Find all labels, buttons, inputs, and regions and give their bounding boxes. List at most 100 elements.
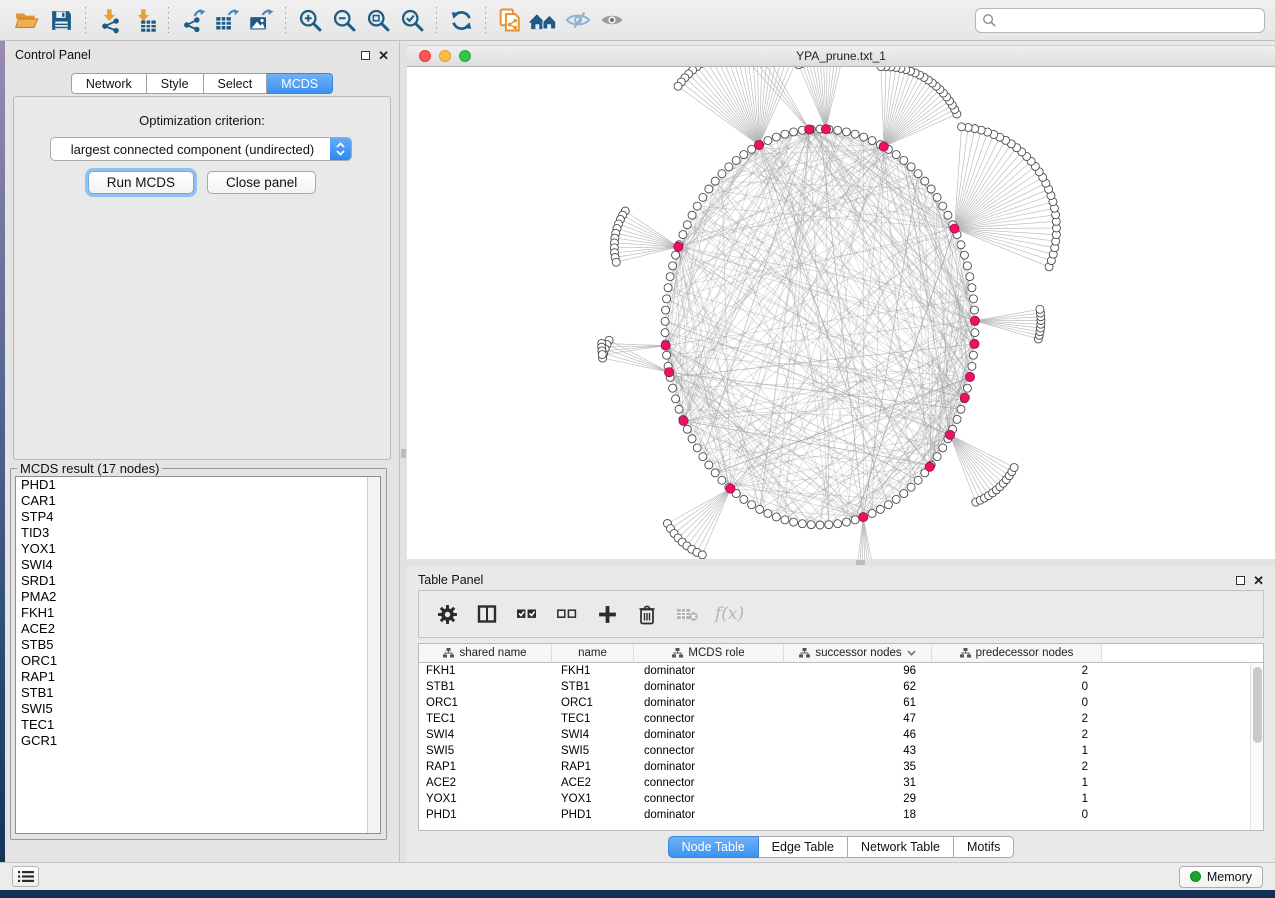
network-node[interactable] — [699, 193, 707, 201]
network-node[interactable] — [860, 133, 868, 141]
network-node[interactable] — [851, 130, 859, 138]
close-panel-button[interactable]: Close panel — [207, 171, 316, 194]
network-node[interactable] — [598, 351, 606, 359]
tab-style[interactable]: Style — [147, 73, 204, 94]
table-row[interactable]: TEC1TEC1connector472 — [419, 711, 1263, 727]
zoom-in-button[interactable] — [293, 4, 327, 36]
splitter-grip[interactable] — [401, 449, 406, 458]
network-node[interactable] — [772, 513, 780, 521]
network-node[interactable] — [927, 185, 935, 193]
network-node[interactable] — [674, 82, 682, 90]
network-graph[interactable] — [407, 67, 1275, 559]
network-node-mcds[interactable] — [970, 339, 979, 348]
export-table-button[interactable] — [210, 4, 244, 36]
table-row[interactable]: ORC1ORC1dominator610 — [419, 695, 1263, 711]
network-node-mcds[interactable] — [965, 372, 974, 381]
table-row[interactable]: SWI4SWI4dominator462 — [419, 727, 1263, 743]
network-node[interactable] — [933, 193, 941, 201]
network-node[interactable] — [693, 202, 701, 210]
network-node[interactable] — [672, 251, 680, 259]
select-all-button[interactable] — [509, 596, 545, 632]
network-node[interactable] — [968, 362, 976, 370]
export-network-button[interactable] — [176, 4, 210, 36]
network-node-mcds[interactable] — [970, 316, 979, 325]
table-row[interactable]: RAP1RAP1dominator352 — [419, 759, 1263, 775]
network-node[interactable] — [663, 295, 671, 303]
network-node[interactable] — [756, 505, 764, 513]
network-node-mcds[interactable] — [805, 125, 814, 134]
network-node[interactable] — [705, 461, 713, 469]
network-node[interactable] — [662, 306, 670, 314]
deselect-all-button[interactable] — [549, 596, 585, 632]
network-node[interactable] — [834, 126, 842, 134]
import-network-button[interactable] — [93, 4, 127, 36]
network-node-mcds[interactable] — [726, 484, 735, 493]
network-node[interactable] — [669, 384, 677, 392]
network-node[interactable] — [740, 151, 748, 159]
network-node[interactable] — [698, 551, 706, 559]
network-node[interactable] — [914, 170, 922, 178]
network-node[interactable] — [963, 262, 971, 270]
table-row[interactable]: YOX1YOX1connector291 — [419, 791, 1263, 807]
tab-mcds[interactable]: MCDS — [267, 73, 333, 94]
show-all-button[interactable] — [595, 4, 629, 36]
network-node[interactable] — [868, 137, 876, 145]
tab-network-table[interactable]: Network Table — [848, 836, 954, 858]
close-panel-icon[interactable]: ✕ — [1253, 576, 1264, 585]
network-node-mcds[interactable] — [679, 416, 688, 425]
column-header-predecessor-nodes[interactable]: predecessor nodes — [932, 644, 1102, 663]
network-node[interactable] — [672, 395, 680, 403]
list-item[interactable]: TEC1 — [16, 717, 380, 733]
network-node[interactable] — [711, 177, 719, 185]
network-node[interactable] — [969, 351, 977, 359]
network-node-mcds[interactable] — [754, 140, 763, 149]
network-node[interactable] — [868, 509, 876, 517]
delete-table-button[interactable] — [669, 596, 705, 632]
hide-selected-button[interactable] — [561, 4, 595, 36]
float-panel-icon[interactable] — [361, 51, 370, 60]
table-row[interactable]: STB1STB1dominator620 — [419, 679, 1263, 695]
network-node[interactable] — [958, 123, 966, 131]
import-table-button[interactable] — [127, 4, 161, 36]
close-panel-icon[interactable]: ✕ — [378, 51, 389, 60]
network-node[interactable] — [969, 295, 977, 303]
memory-button[interactable]: Memory — [1179, 866, 1263, 888]
network-node-mcds[interactable] — [661, 341, 670, 350]
network-node[interactable] — [693, 444, 701, 452]
network-node[interactable] — [816, 521, 824, 529]
network-node-mcds[interactable] — [674, 242, 683, 251]
network-node[interactable] — [892, 495, 900, 503]
table-row[interactable]: PHD1PHD1dominator180 — [419, 807, 1263, 823]
network-node[interactable] — [921, 177, 929, 185]
table-row[interactable]: SWI5SWI5connector431 — [419, 743, 1263, 759]
network-node[interactable] — [892, 151, 900, 159]
network-node[interactable] — [834, 520, 842, 528]
network-node[interactable] — [798, 520, 806, 528]
network-node[interactable] — [675, 405, 683, 413]
zoom-selected-button[interactable] — [395, 4, 429, 36]
network-node[interactable] — [683, 425, 691, 433]
list-item[interactable]: PMA2 — [16, 589, 380, 605]
network-node-mcds[interactable] — [950, 224, 959, 233]
network-node-mcds[interactable] — [879, 142, 888, 151]
network-node[interactable] — [679, 231, 687, 239]
network-node[interactable] — [683, 221, 691, 229]
network-node[interactable] — [781, 516, 789, 524]
list-item[interactable]: RAP1 — [16, 669, 380, 685]
network-node[interactable] — [688, 211, 696, 219]
network-node-mcds[interactable] — [945, 430, 954, 439]
add-column-button[interactable] — [589, 596, 625, 632]
column-header-shared-name[interactable]: shared name — [419, 644, 552, 663]
list-item[interactable]: ACE2 — [16, 621, 380, 637]
list-item[interactable]: GCR1 — [16, 733, 380, 749]
network-node-mcds[interactable] — [821, 125, 830, 134]
network-node[interactable] — [711, 469, 719, 477]
network-node[interactable] — [718, 476, 726, 484]
network-node[interactable] — [807, 521, 815, 529]
mcds-result-list[interactable]: PHD1CAR1STP4TID3YOX1SWI4SRD1PMA2FKH1ACE2… — [15, 476, 381, 834]
zoom-fit-button[interactable] — [361, 4, 395, 36]
network-node[interactable] — [939, 444, 947, 452]
network-node[interactable] — [944, 211, 952, 219]
network-node[interactable] — [900, 156, 908, 164]
search-input[interactable] — [975, 8, 1265, 33]
